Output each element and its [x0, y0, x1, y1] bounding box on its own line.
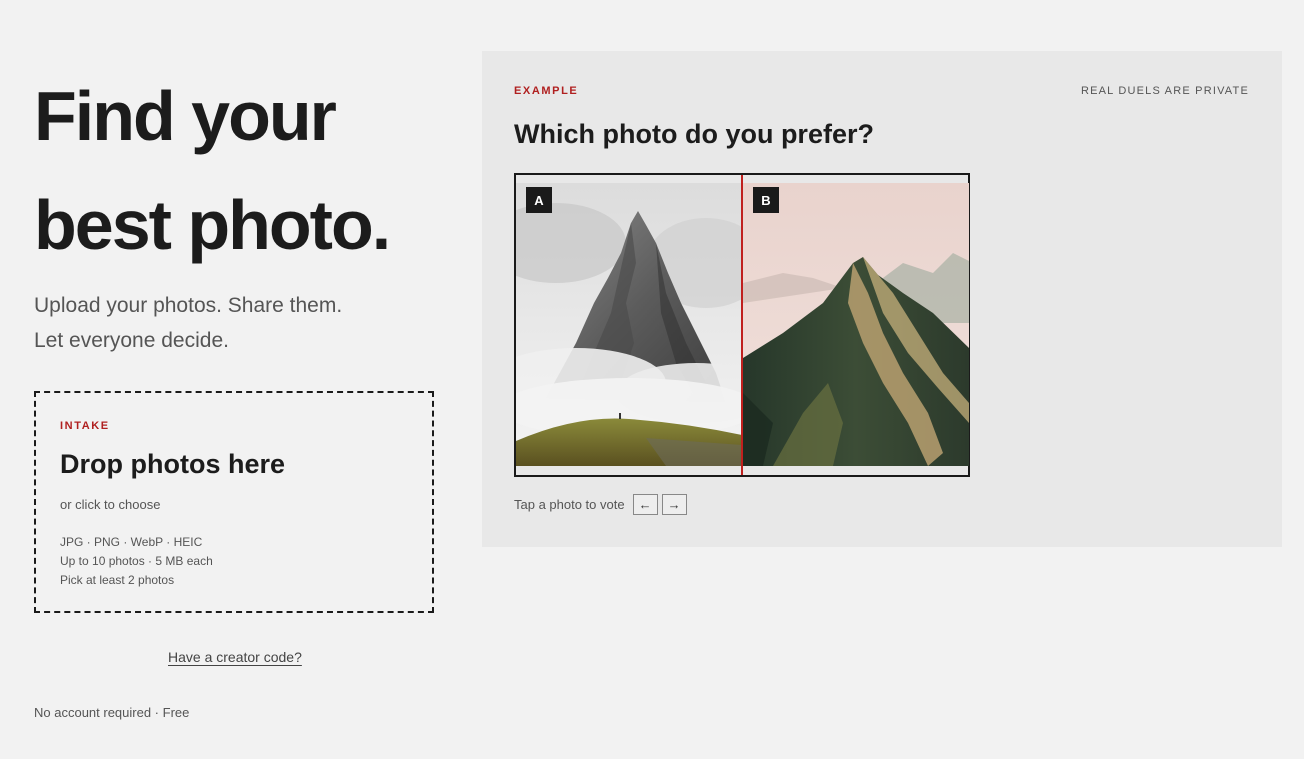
photo-b-badge: B: [753, 187, 779, 213]
hero-title: Find your best photo.: [34, 62, 474, 280]
hero-subtitle-line-2: Let everyone decide.: [34, 329, 229, 352]
photo-a[interactable]: [516, 183, 742, 466]
minimum-photos: Pick at least 2 photos: [60, 573, 175, 587]
intake-tag: INTAKE: [60, 420, 110, 432]
dropzone-title: Drop photos here: [60, 449, 286, 479]
photo-dropzone[interactable]: INTAKE Drop photos here or click to choo…: [34, 391, 434, 613]
footnote: No account required · Free: [34, 705, 190, 720]
arrow-right-icon[interactable]: →: [661, 493, 687, 515]
hero-title-line-1: Find your: [34, 77, 337, 155]
misty-peak-image: [516, 183, 742, 466]
arrow-left-icon[interactable]: ←: [632, 493, 658, 515]
hero-title-line-2: best photo.: [34, 186, 391, 264]
privacy-note: REAL DUELS ARE PRIVATE: [1080, 85, 1249, 97]
photo-b[interactable]: [743, 183, 969, 466]
example-tag: EXAMPLE: [514, 85, 579, 97]
hero-subtitle: Upload your photos. Share them. Let ever…: [34, 288, 454, 358]
vote-hint: Tap a photo to vote: [514, 496, 625, 512]
duel-question: Which photo do you prefer?: [514, 119, 874, 149]
photo-a-badge: A: [526, 187, 552, 213]
example-panel: EXAMPLE REAL DUELS ARE PRIVATE Which pho…: [482, 51, 1282, 547]
duel-divider: [741, 175, 743, 475]
dropzone-requirements: JPG · PNG · WebP · HEIC Up to 10 photos …: [60, 533, 213, 590]
photo-duel: A B: [514, 173, 970, 477]
vote-controls: Tap a photo to vote ← →: [514, 493, 691, 515]
upload-limits: Up to 10 photos · 5 MB each: [60, 554, 213, 568]
creator-code-link[interactable]: Have a creator code?: [168, 649, 302, 665]
hero-subtitle-line-1: Upload your photos. Share them.: [34, 294, 343, 317]
accepted-formats: JPG · PNG · WebP · HEIC: [60, 535, 203, 549]
green-ridge-image: [743, 183, 969, 466]
dropzone-subtitle: or click to choose: [60, 497, 161, 512]
landing-page: Find your best photo. Upload your photos…: [0, 0, 1304, 759]
